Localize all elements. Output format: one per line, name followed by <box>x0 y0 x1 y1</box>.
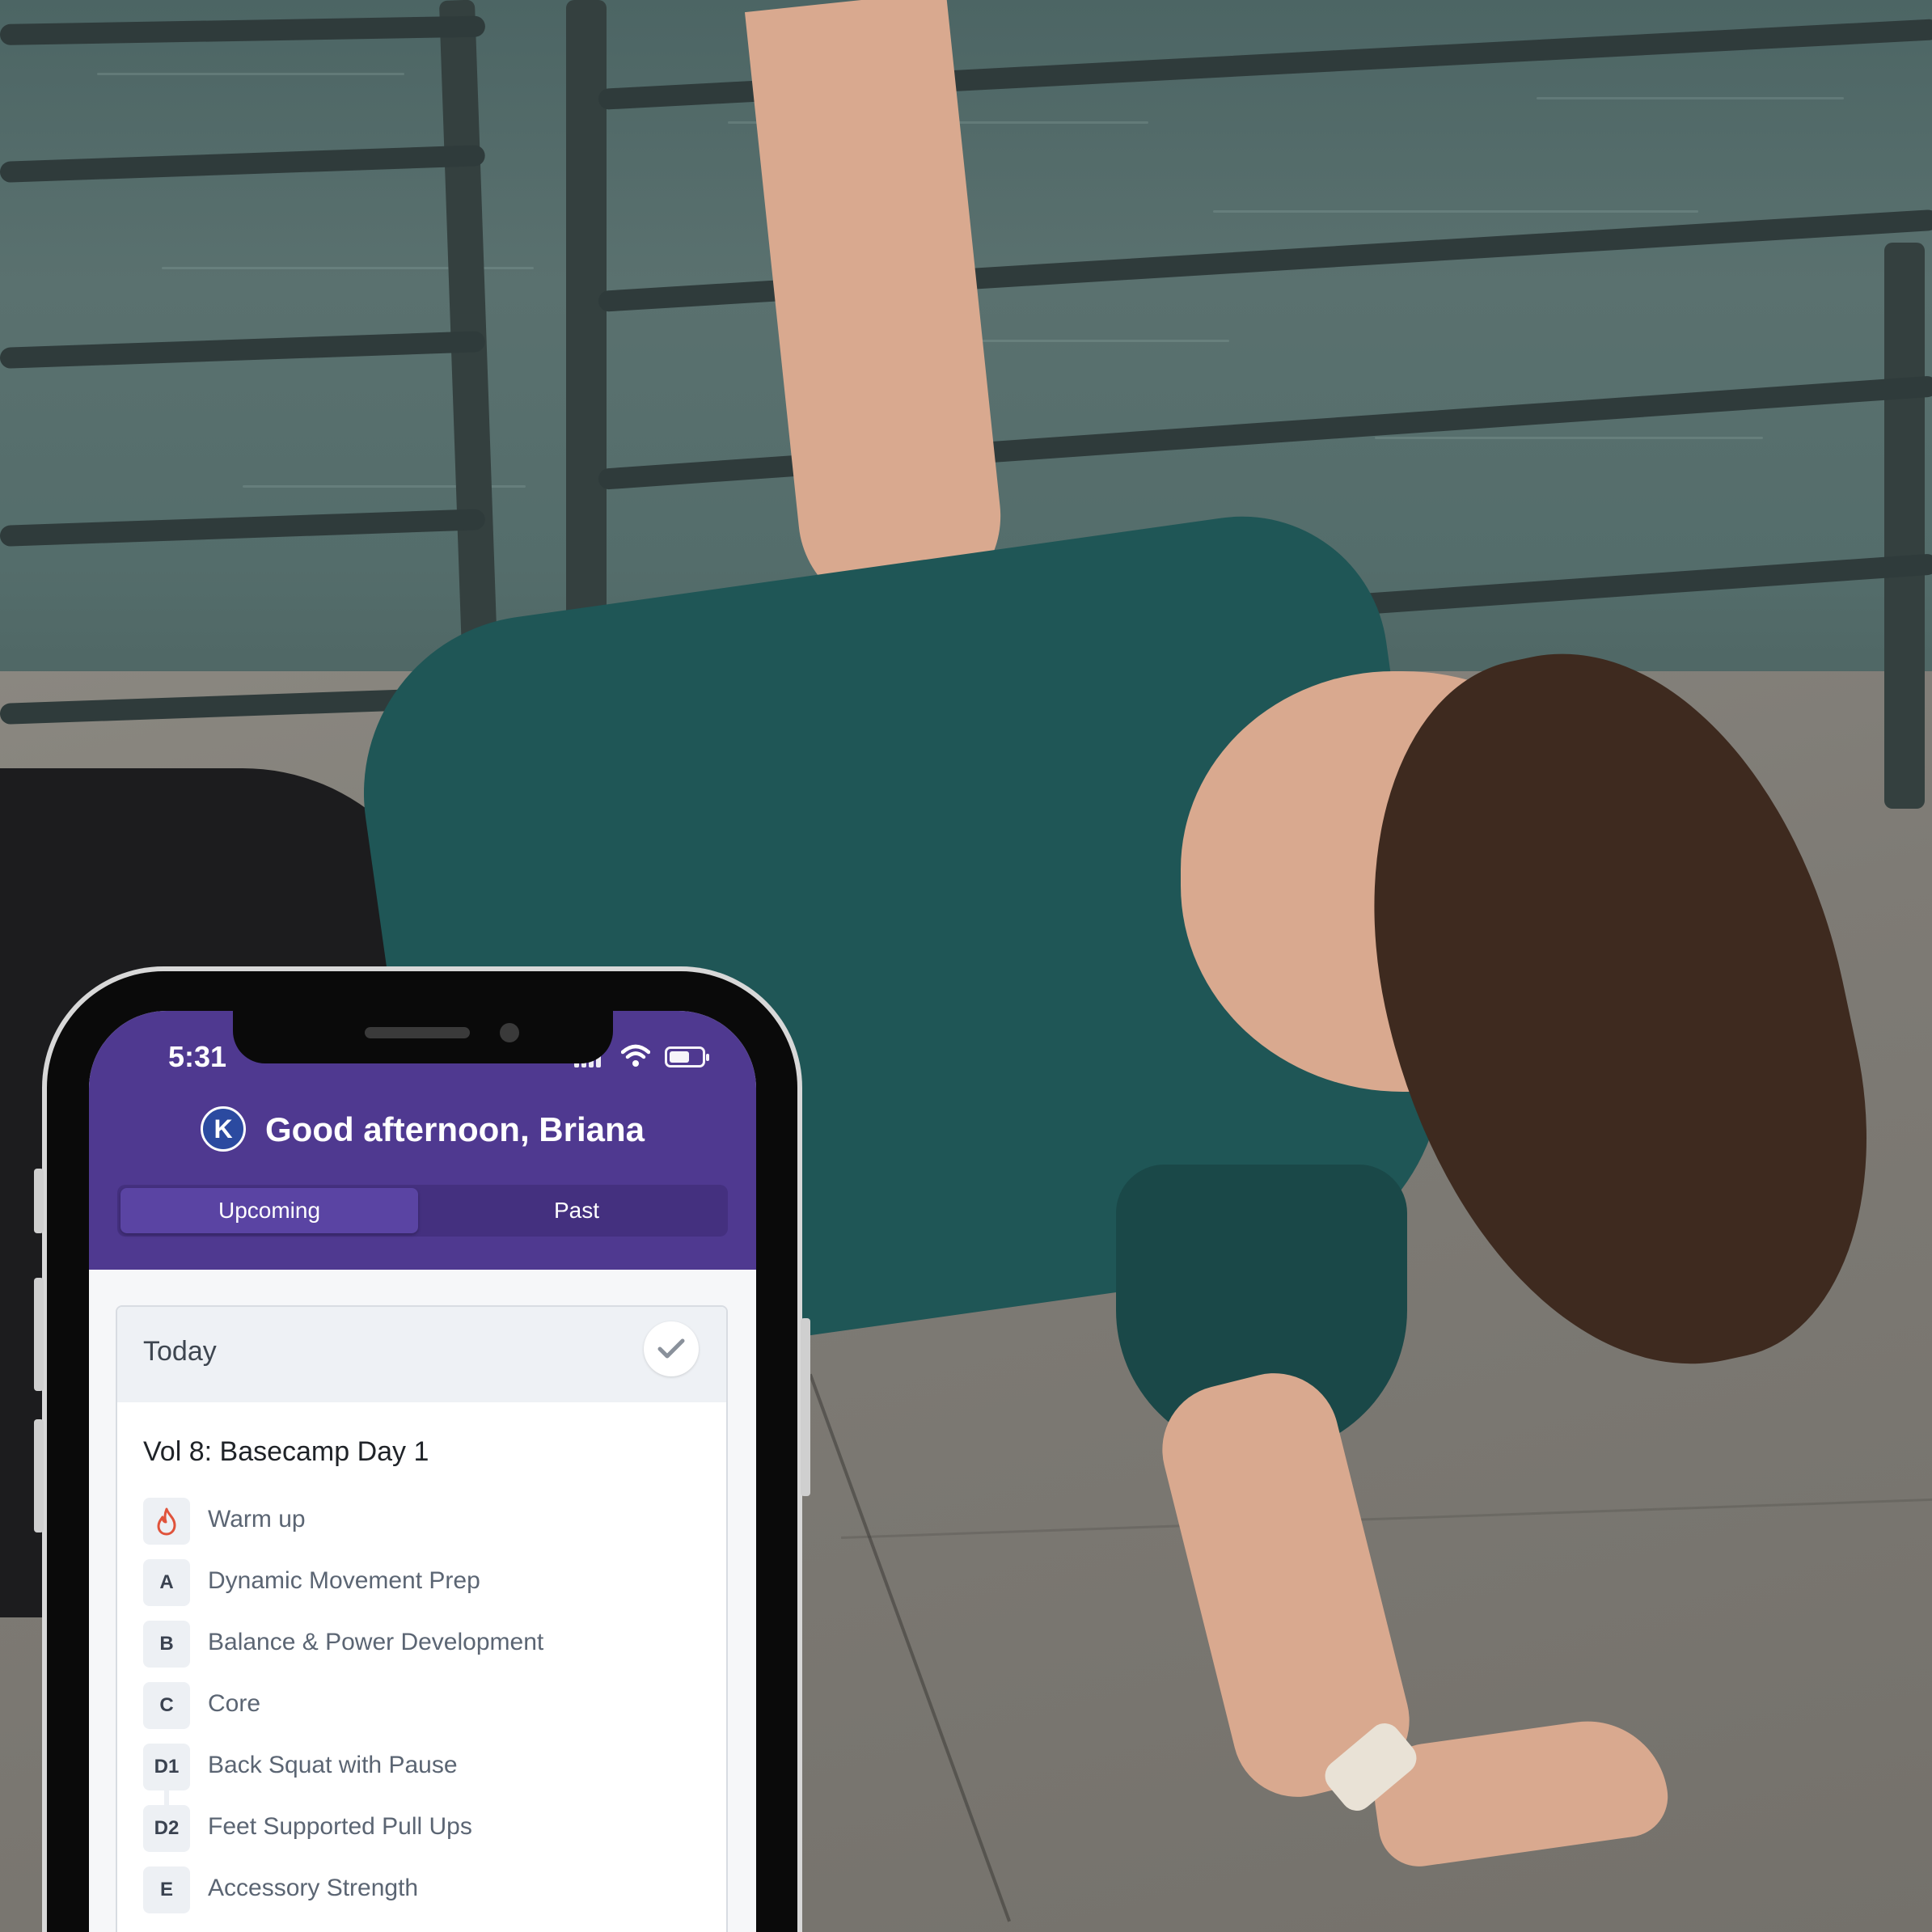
segmented-tabs: Upcoming Past <box>117 1185 728 1237</box>
item-badge: A <box>143 1559 190 1606</box>
item-badge: D2 <box>143 1805 190 1852</box>
greeting-title: Good afternoon, Briana <box>265 1110 645 1148</box>
list-item[interactable]: E Accessory Strength <box>143 1866 693 1913</box>
list-item[interactable]: A Dynamic Movement Prep <box>143 1559 693 1606</box>
app-screen: 5:31 K Good afternoon, Briana Upcoming P… <box>89 1011 756 1932</box>
item-badge: D1 <box>143 1744 190 1790</box>
status-time: 5:31 <box>168 1040 227 1073</box>
list-item-label: Accessory Strength <box>208 1875 419 1901</box>
list-item-label: Core <box>208 1690 261 1717</box>
brand-logo: K <box>201 1106 246 1152</box>
card-title: Today <box>143 1336 217 1367</box>
item-badge: E <box>143 1866 190 1913</box>
list-item-label: Dynamic Movement Prep <box>208 1567 480 1594</box>
check-icon <box>657 1338 685 1359</box>
phone-side-button <box>34 1169 44 1233</box>
phone-side-button <box>34 1278 44 1391</box>
wifi-icon <box>621 1044 650 1067</box>
flame-icon <box>143 1498 190 1545</box>
workout-title: Vol 8: Basecamp Day 1 <box>143 1436 429 1467</box>
list-item-label: Back Squat with Pause <box>208 1752 458 1778</box>
list-item-label: Warm up <box>208 1506 306 1532</box>
speaker-grille <box>365 1027 470 1038</box>
list-item-label: Balance & Power Development <box>208 1629 544 1655</box>
superset-connector <box>164 1790 169 1805</box>
tab-past[interactable]: Past <box>428 1188 725 1233</box>
battery-icon <box>665 1046 709 1067</box>
card-header: Today <box>117 1307 726 1402</box>
list-item[interactable]: C Core <box>143 1682 693 1729</box>
tab-upcoming[interactable]: Upcoming <box>120 1188 418 1233</box>
list-item[interactable]: D1 Back Squat with Pause <box>143 1744 693 1790</box>
phone-notch <box>233 1011 613 1063</box>
list-item[interactable]: D2 Feet Supported Pull Ups <box>143 1805 693 1852</box>
phone-side-button <box>34 1419 44 1532</box>
phone-side-button <box>801 1318 810 1496</box>
complete-button[interactable] <box>644 1321 699 1376</box>
workout-card[interactable]: Today Vol 8: Basecamp Day 1 Warm up A Dy… <box>116 1305 728 1932</box>
list-item-label: Feet Supported Pull Ups <box>208 1813 472 1840</box>
camera-dot <box>500 1023 519 1042</box>
list-item[interactable]: B Balance & Power Development <box>143 1621 693 1668</box>
item-badge: B <box>143 1621 190 1668</box>
item-badge: C <box>143 1682 190 1729</box>
list-item-warm-up[interactable]: Warm up <box>143 1498 693 1545</box>
